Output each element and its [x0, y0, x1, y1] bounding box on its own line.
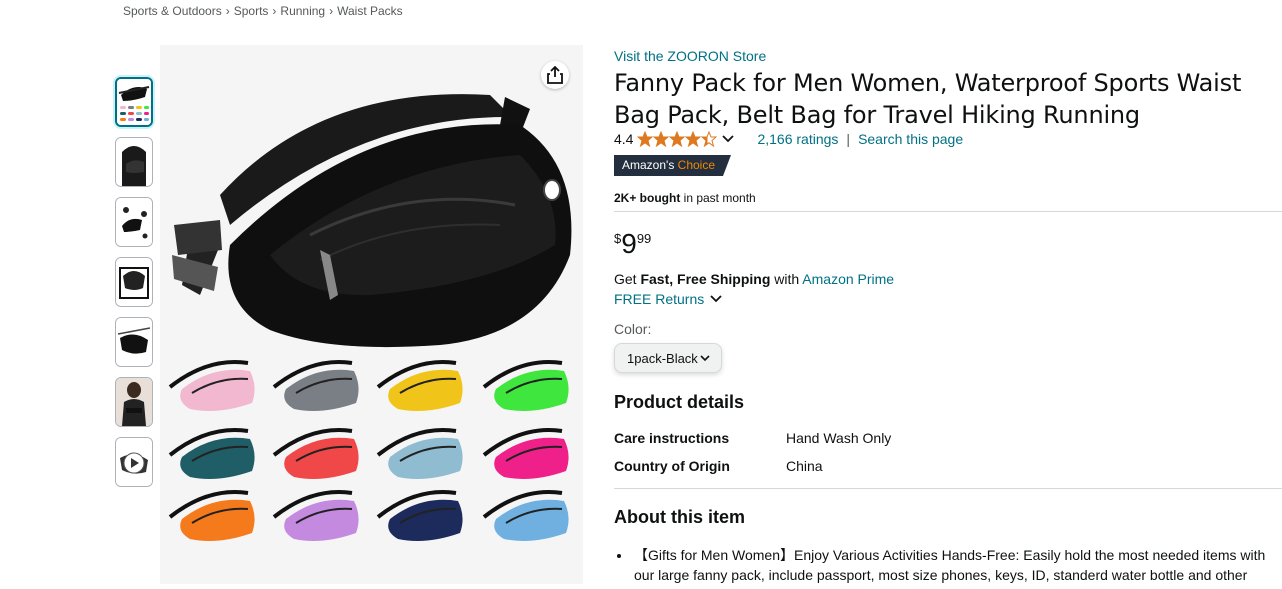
- color-label: Color:: [614, 321, 652, 337]
- price-fraction: 99: [636, 231, 652, 246]
- thumbnail-5[interactable]: [115, 317, 153, 367]
- color-variants-grid: [160, 45, 583, 589]
- shipping-bold: Fast, Free Shipping: [640, 271, 771, 287]
- color-dropdown-value: 1pack-Black: [627, 350, 698, 366]
- product-details-heading: Product details: [614, 392, 745, 412]
- free-returns-label: FREE Returns: [614, 291, 705, 307]
- color-variant-swatch: [272, 490, 359, 541]
- breadcrumb-item-sports[interactable]: Sports: [234, 4, 269, 18]
- amazon-prime-link[interactable]: Amazon Prime: [802, 271, 894, 287]
- breadcrumb-item-waist-packs[interactable]: Waist Packs: [337, 4, 403, 18]
- chevron-down-icon: [722, 135, 735, 143]
- detail-value: Hand Wash Only: [786, 430, 892, 446]
- share-button[interactable]: [541, 61, 569, 89]
- thumbnail-video[interactable]: [115, 437, 153, 487]
- color-variant-swatch: [376, 360, 463, 411]
- badge-choice: Choice: [677, 158, 716, 172]
- color-variant-swatch: [168, 428, 255, 479]
- swatch-svg: [168, 360, 569, 541]
- shipping-get: Get: [614, 271, 641, 287]
- bought-in-past-month: 2K+ bought in past month: [614, 191, 756, 205]
- free-returns-link[interactable]: FREE Returns: [614, 291, 724, 307]
- color-variant-swatch: [272, 360, 359, 411]
- breadcrumb-separator: ›: [225, 4, 230, 18]
- bought-count: 2K+ bought: [614, 191, 681, 205]
- color-variant-swatch: [168, 490, 255, 541]
- search-page-link[interactable]: Search this page: [858, 131, 963, 147]
- color-variant-swatch: [272, 428, 359, 479]
- about-list: 【Gifts for Men Women】Enjoy Various Activ…: [614, 545, 1282, 585]
- price-whole: 9: [621, 228, 637, 259]
- share-icon: [547, 66, 563, 84]
- detail-key: Care instructions: [614, 430, 730, 446]
- color-variant-swatch: [168, 360, 255, 411]
- color-variant-swatch: [482, 360, 569, 411]
- divider: [614, 211, 1282, 212]
- breadcrumb-item-running[interactable]: Running: [280, 4, 325, 18]
- badge-prefix: Amazon's: [622, 158, 675, 172]
- detail-value: China: [786, 458, 823, 474]
- thumbnail-3[interactable]: [115, 197, 153, 247]
- breadcrumb-separator: ›: [272, 4, 277, 18]
- chevron-down-icon: [710, 295, 722, 303]
- detail-key: Country of Origin: [614, 458, 730, 474]
- thumbnail-6[interactable]: [115, 377, 153, 427]
- color-variant-swatch: [376, 490, 463, 541]
- thumbnail-2[interactable]: [115, 137, 153, 187]
- price-symbol: $: [614, 231, 622, 246]
- stars-icon: [637, 131, 718, 147]
- star-rating[interactable]: [637, 131, 735, 147]
- product-main-image[interactable]: [160, 45, 583, 584]
- shipping-with: with: [770, 271, 803, 287]
- store-link[interactable]: Visit the ZOORON Store: [614, 48, 766, 64]
- divider: [614, 488, 1282, 489]
- ratings-count-link[interactable]: 2,166 ratings: [757, 131, 838, 147]
- thumbnail-4[interactable]: [115, 257, 153, 307]
- shipping-info: Get Fast, Free Shipping with Amazon Prim…: [614, 271, 894, 287]
- thumbnail-list: [115, 77, 157, 497]
- product-title: Fanny Pack for Men Women, Waterproof Spo…: [614, 69, 1242, 129]
- separator: |: [846, 131, 851, 147]
- thumbnail-1[interactable]: [115, 77, 153, 127]
- color-variant-swatch: [376, 428, 463, 479]
- about-heading: About this item: [614, 507, 745, 527]
- about-bullet: 【Gifts for Men Women】Enjoy Various Activ…: [632, 545, 1282, 585]
- breadcrumb: Sports & Outdoors › Sports › Running › Waist P…: [123, 4, 403, 18]
- rating-value: 4.4: [614, 131, 634, 147]
- badge-tail: [723, 155, 731, 176]
- amazons-choice-badge: Amazon's Choice: [614, 155, 724, 176]
- bought-period: in past month: [680, 191, 756, 205]
- color-dropdown[interactable]: 1pack-Black: [614, 343, 722, 373]
- chevron-down-icon: [700, 355, 710, 362]
- breadcrumb-item-sports-outdoors[interactable]: Sports & Outdoors: [123, 4, 222, 18]
- breadcrumb-separator: ›: [329, 4, 334, 18]
- color-variant-swatch: [482, 490, 569, 541]
- color-variant-swatch: [482, 428, 569, 479]
- price: $999: [614, 228, 651, 260]
- rating-row: 4.4 2,166 ratings | Search this page: [614, 131, 963, 147]
